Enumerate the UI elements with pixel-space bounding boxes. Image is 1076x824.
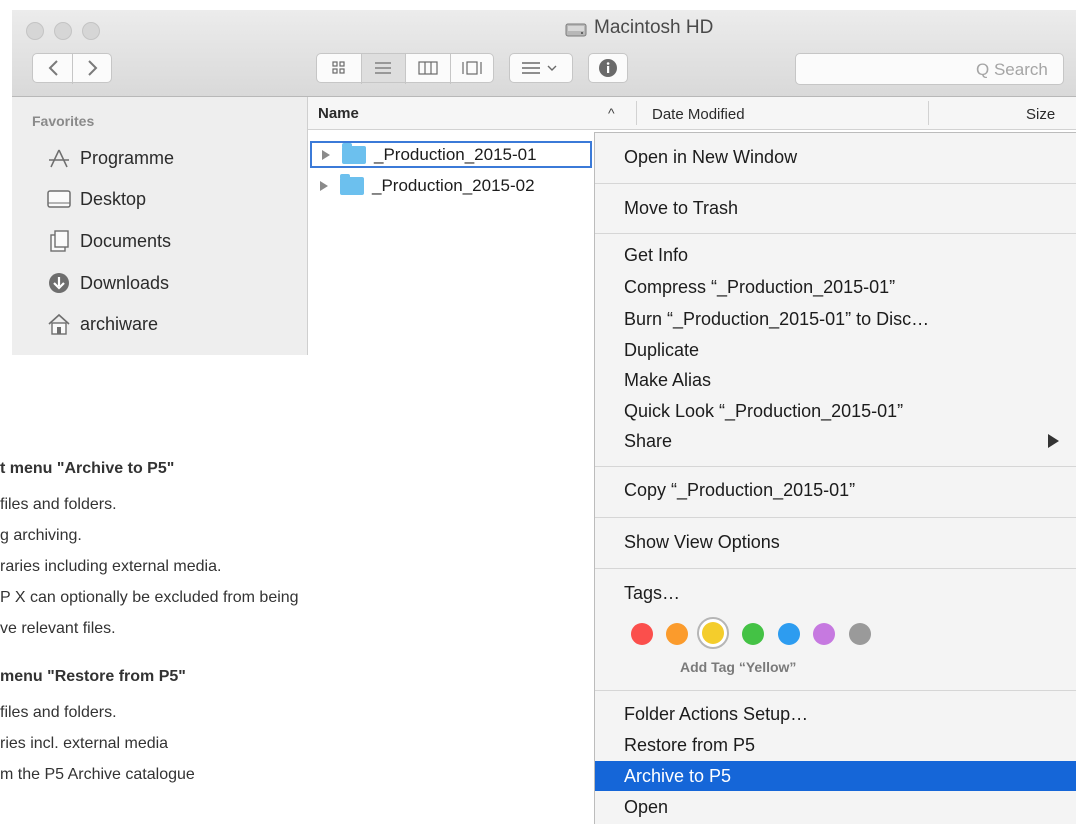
file-name: _Production_2015-01 [374,144,537,164]
downloads-icon [46,272,72,294]
title-bar: Macintosh HD Q Search [12,10,1076,97]
column-date-modified[interactable]: Date Modified [652,106,745,123]
close-window-button[interactable] [26,22,44,40]
menu-separator [595,183,1076,184]
submenu-arrow-icon [1048,434,1059,448]
menu-separator [595,233,1076,234]
menu-item-restore-from-p5[interactable]: Restore from P5 [595,730,1076,760]
folder-icon [342,142,366,164]
menu-item-show-view-options[interactable]: Show View Options [595,527,1076,557]
menu-item-move-to-trash[interactable]: Move to Trash [595,193,1076,223]
sidebar-item-label: Downloads [80,272,170,293]
note-line: P X can optionally be excluded from bein… [0,589,299,606]
file-row-production-2015-02[interactable]: _Production_2015-02 [310,172,592,199]
note-line: g archiving. [0,527,82,544]
desktop-icon [46,188,72,210]
note-heading-restore: menu "Restore from P5" [0,668,186,685]
tag-orange-dot[interactable] [666,623,688,645]
sidebar-item-label: archiware [80,313,159,334]
sidebar-item-documents[interactable]: Documents [46,226,171,256]
sidebar-item-archiware[interactable]: archiware [46,309,158,339]
view-mode-icons [332,61,482,75]
tag-purple-dot[interactable] [813,623,835,645]
disclosure-triangle-icon[interactable] [320,180,328,191]
note-line: files and folders. [0,496,117,513]
menu-item-share-label: Share [624,430,673,451]
applications-icon [46,147,72,169]
menu-separator [595,517,1076,518]
menu-item-archive-to-p5[interactable]: Archive to P5 [595,761,1076,791]
tag-yellow-dot[interactable] [702,622,724,644]
disclosure-triangle-icon[interactable] [322,149,330,160]
arrange-icon [522,62,557,74]
get-info-button[interactable] [588,53,628,83]
column-name[interactable]: Name [318,105,359,122]
window-title: Macintosh HD [594,17,714,38]
column-header-bar: Name ^ Date Modified Size [308,97,1076,130]
menu-item-make-alias[interactable]: Make Alias [595,365,1076,395]
sidebar-item-downloads[interactable]: Downloads [46,268,169,298]
info-icon [599,59,617,77]
add-tag-caption: Add Tag “Yellow” [680,659,797,675]
search-placeholder: Q Search [976,60,1048,79]
sidebar-item-programme[interactable]: Programme [46,143,174,173]
zoom-window-button[interactable] [82,22,100,40]
note-line: m the P5 Archive catalogue [0,766,195,783]
context-menu: Open in New Window Move to Trash Get Inf… [594,132,1076,824]
file-row-production-2015-01[interactable]: _Production_2015-01 [310,141,592,168]
sidebar-item-label: Documents [80,230,172,251]
menu-item-duplicate[interactable]: Duplicate [595,335,1076,365]
sidebar-item-label: Programme [80,147,175,168]
note-line: raries including external media. [0,558,222,575]
search-field[interactable]: Q Search [795,53,1064,85]
view-mode-control[interactable] [316,53,494,84]
sidebar-item-desktop[interactable]: Desktop [46,184,146,214]
column-size[interactable]: Size [1026,106,1055,123]
menu-item-compress[interactable]: Compress “_Production_2015-01” [595,272,1076,302]
sidebar: Favorites Programme Desktop Documents Do… [12,97,308,355]
tag-gray-dot[interactable] [849,623,871,645]
favorites-heading: Favorites [32,113,95,129]
back-forward-control[interactable] [32,53,112,84]
menu-item-tags[interactable]: Tags… [595,578,1076,608]
minimize-window-button[interactable] [54,22,72,40]
menu-item-share[interactable]: Share [595,426,1076,456]
file-name: _Production_2015-02 [372,175,535,195]
menu-item-get-info[interactable]: Get Info [595,240,1076,270]
note-line: files and folders. [0,704,117,721]
hard-drive-icon [565,23,587,37]
sidebar-item-label: Desktop [80,188,147,209]
menu-separator [595,568,1076,569]
documents-icon [46,230,72,252]
sort-ascending-icon: ^ [608,105,615,121]
folder-icon [340,173,364,195]
tag-blue-dot[interactable] [778,623,800,645]
tag-red-dot[interactable] [631,623,653,645]
menu-item-burn-to-disc[interactable]: Burn “_Production_2015-01” to Disc… [595,304,1076,334]
menu-separator [595,466,1076,467]
note-line: ries incl. external media [0,735,169,752]
home-icon [46,313,72,335]
menu-item-quick-look[interactable]: Quick Look “_Production_2015-01” [595,396,1076,426]
note-heading-archive: t menu "Archive to P5" [0,460,175,477]
tag-green-dot[interactable] [742,623,764,645]
menu-item-copy[interactable]: Copy “_Production_2015-01” [595,475,1076,505]
note-line: ve relevant files. [0,620,116,637]
menu-item-folder-actions-setup[interactable]: Folder Actions Setup… [595,699,1076,729]
menu-item-open[interactable]: Open [595,792,1076,822]
menu-separator [595,690,1076,691]
menu-item-open-in-new-window[interactable]: Open in New Window [595,142,1076,172]
arrange-button[interactable] [509,53,573,83]
